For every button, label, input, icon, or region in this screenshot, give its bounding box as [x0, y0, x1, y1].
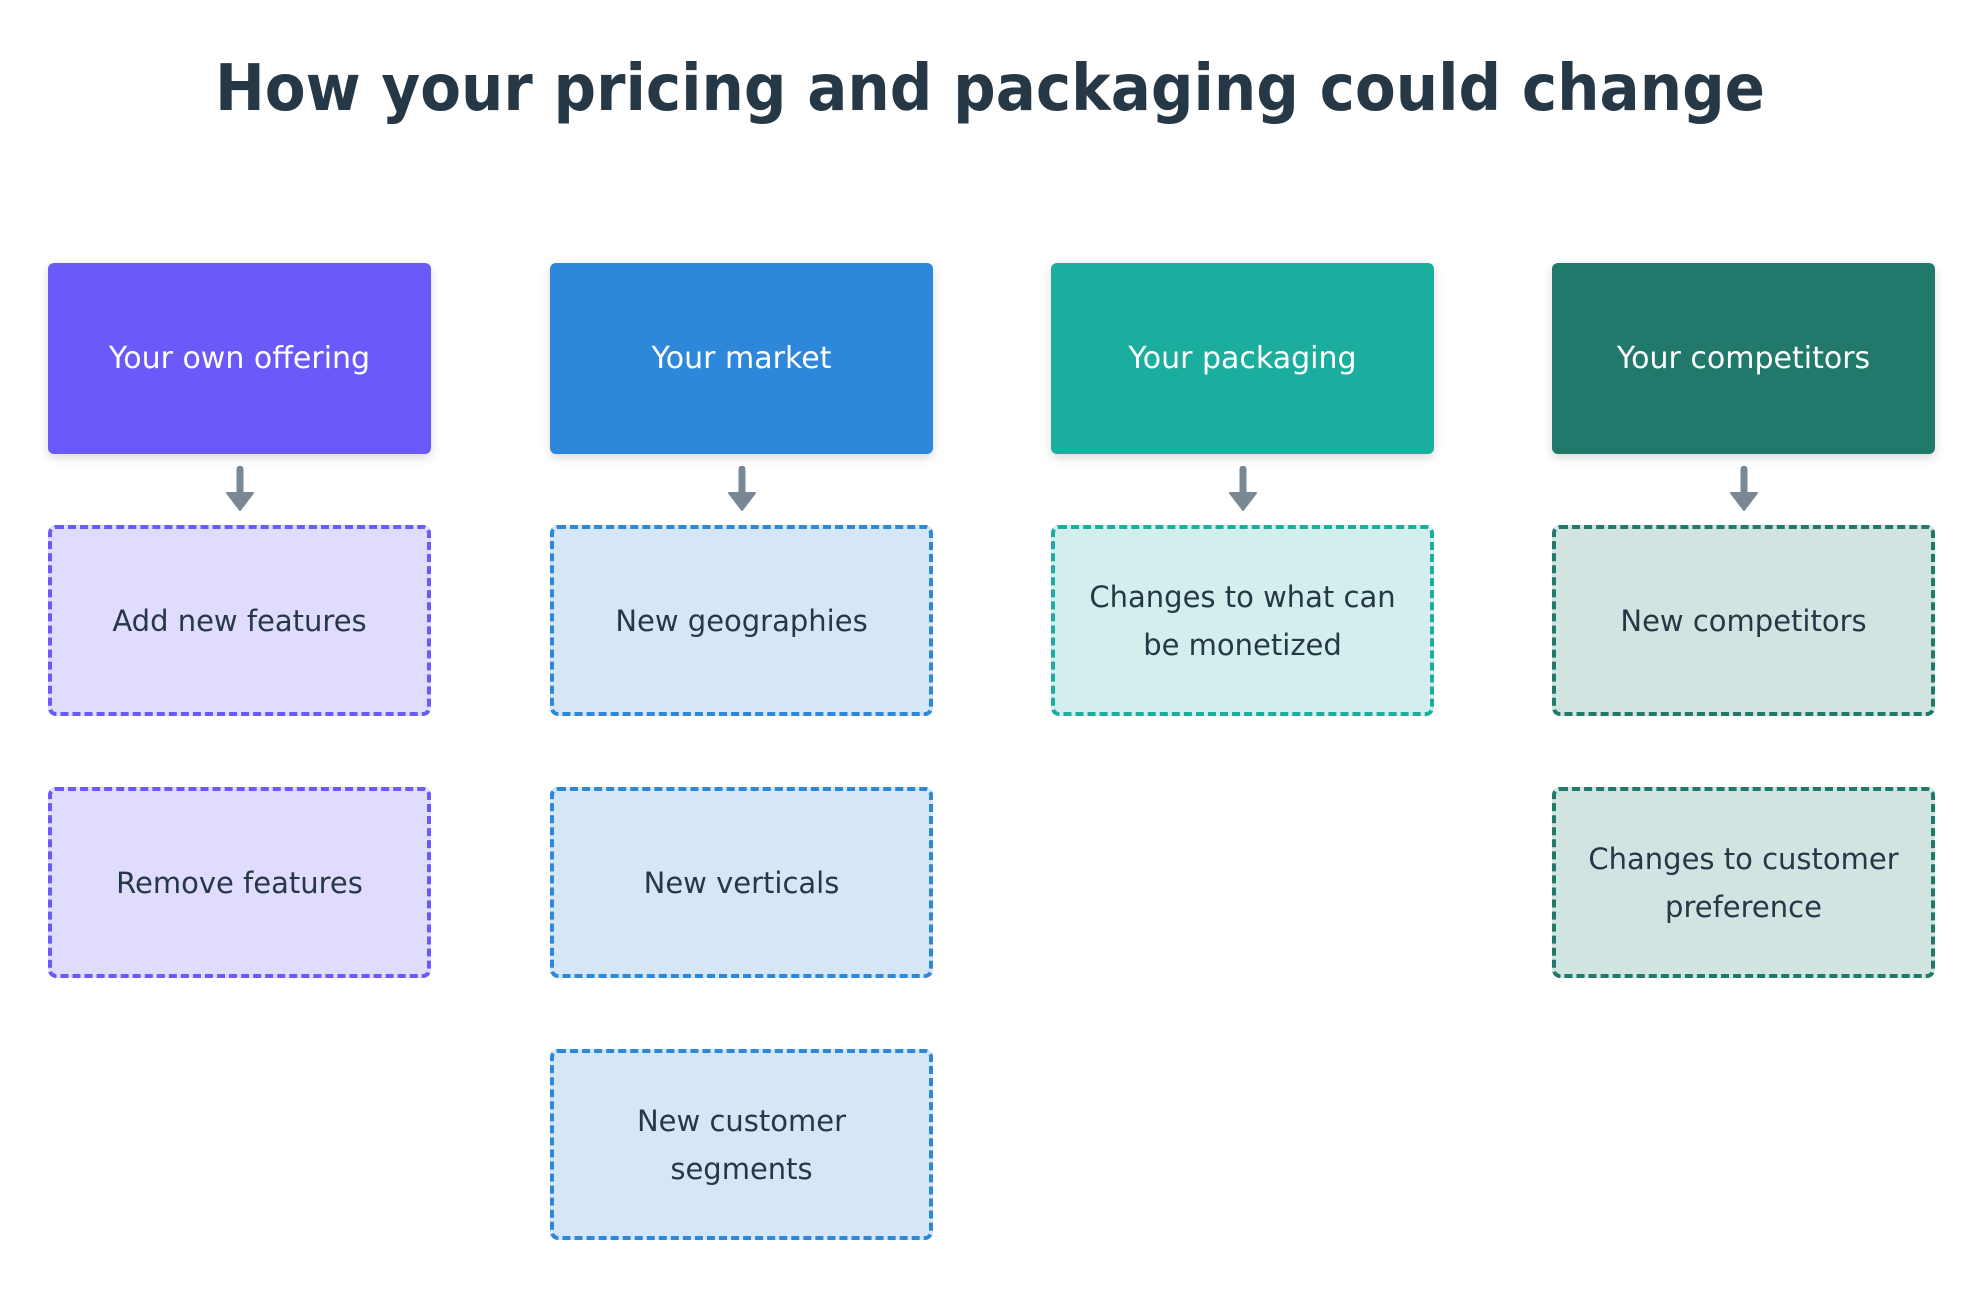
change-item: Add new features — [48, 525, 431, 716]
change-item: New geographies — [550, 525, 933, 716]
change-item: Changes to customer preference — [1552, 787, 1935, 978]
change-item: New customer segments — [550, 1049, 933, 1240]
column-0: Your own offering Add new features Remove … — [48, 263, 431, 1049]
column-3: Your competitors New competitors Changes t… — [1552, 263, 1935, 1049]
category-header: Your competitors — [1552, 263, 1935, 454]
arrow-down-icon — [1552, 454, 1935, 525]
column-2: Your packaging Changes to what can be mon… — [1051, 263, 1434, 787]
arrow-down-icon — [550, 454, 933, 525]
change-item: New verticals — [550, 787, 933, 978]
change-item: New competitors — [1552, 525, 1935, 716]
category-header: Your packaging — [1051, 263, 1434, 454]
column-1: Your market New geographies New verticals N… — [550, 263, 933, 1311]
diagram-title: How your pricing and packaging could cha… — [214, 52, 1766, 126]
arrow-down-icon — [48, 454, 431, 525]
change-item: Remove features — [48, 787, 431, 978]
category-header: Your market — [550, 263, 933, 454]
category-header: Your own offering — [48, 263, 431, 454]
change-item: Changes to what can be monetized — [1051, 525, 1434, 716]
arrow-down-icon — [1051, 454, 1434, 525]
